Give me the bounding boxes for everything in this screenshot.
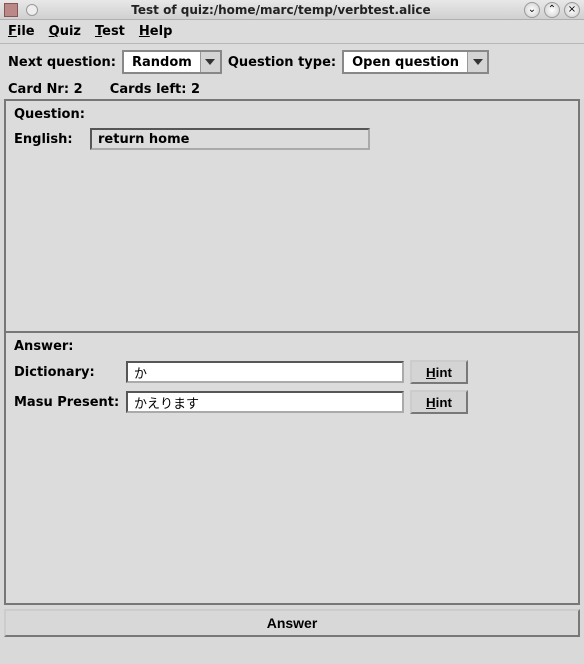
next-question-label: Next question: [8, 55, 116, 70]
answer-heading: Answer: [14, 339, 570, 354]
minimize-button[interactable]: ⌄ [524, 2, 540, 18]
question-type-label: Question type: [228, 55, 336, 70]
status-bar: Card Nr: 2 Cards left: 2 [0, 80, 584, 99]
card-nr-value: 2 [74, 82, 83, 97]
masu-label: Masu Present: [14, 395, 120, 410]
menu-file[interactable]: File [8, 24, 35, 39]
dictionary-label: Dictionary: [14, 365, 120, 380]
next-question-combo[interactable]: Random [122, 50, 222, 74]
question-heading: Question: [14, 107, 570, 122]
cards-left-label: Cards left: [110, 82, 187, 97]
next-question-value: Random [124, 52, 200, 72]
answer-button[interactable]: Answer [4, 609, 580, 637]
question-panel: Question: English: return home [4, 99, 580, 333]
dictionary-input[interactable] [126, 361, 404, 383]
hint-button-dictionary[interactable]: Hint [410, 360, 468, 384]
chevron-down-icon [467, 52, 487, 72]
card-nr-label: Card Nr: [8, 82, 69, 97]
window-title: Test of quiz:/home/marc/temp/verbtest.al… [38, 3, 524, 17]
menu-help[interactable]: Help [139, 24, 172, 39]
aux-icon [26, 4, 38, 16]
window-controls: ⌄ ⌃ × [524, 2, 580, 18]
cards-left-value: 2 [191, 82, 200, 97]
titlebar: Test of quiz:/home/marc/temp/verbtest.al… [0, 0, 584, 20]
question-type-combo[interactable]: Open question [342, 50, 489, 74]
menu-quiz[interactable]: Quiz [49, 24, 81, 39]
answer-panel: Answer: Dictionary: Hint Masu Present: H… [4, 333, 580, 605]
chevron-down-icon [200, 52, 220, 72]
maximize-button[interactable]: ⌃ [544, 2, 560, 18]
question-type-value: Open question [344, 52, 467, 72]
english-label: English: [14, 132, 84, 147]
menubar: File Quiz Test Help [0, 20, 584, 44]
menu-test[interactable]: Test [95, 24, 125, 39]
masu-input[interactable] [126, 391, 404, 413]
app-icon [4, 3, 18, 17]
toolbar: Next question: Random Question type: Ope… [0, 44, 584, 80]
english-value: return home [90, 128, 370, 150]
hint-button-masu[interactable]: Hint [410, 390, 468, 414]
close-button[interactable]: × [564, 2, 580, 18]
